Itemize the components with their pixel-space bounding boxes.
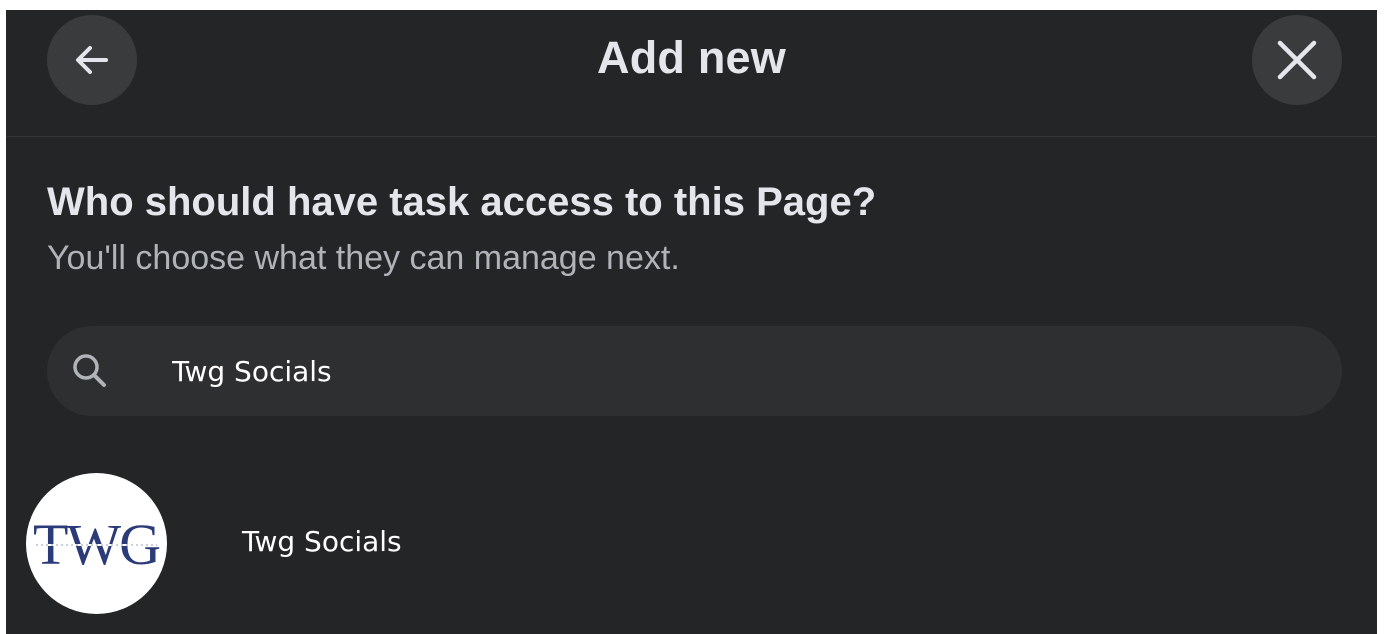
- access-question-heading: Who should have task access to this Page…: [47, 180, 877, 224]
- search-result-item[interactable]: TWG Twg Socials: [6, 465, 1377, 634]
- dialog-header: Add new: [6, 10, 1377, 137]
- add-new-dialog: Add new Who should have task access to t…: [6, 10, 1377, 634]
- close-icon: [1277, 40, 1317, 80]
- close-button[interactable]: [1252, 15, 1342, 105]
- avatar: TWG: [26, 473, 167, 614]
- search-icon: [73, 354, 106, 387]
- search-bar[interactable]: [47, 326, 1342, 416]
- result-name: Twg Socials: [242, 525, 402, 558]
- access-question-subtext: You'll choose what they can manage next.: [47, 239, 680, 277]
- twg-logo: TWG: [33, 512, 162, 577]
- dialog-title: Add new: [597, 32, 786, 83]
- search-input[interactable]: [172, 326, 1272, 416]
